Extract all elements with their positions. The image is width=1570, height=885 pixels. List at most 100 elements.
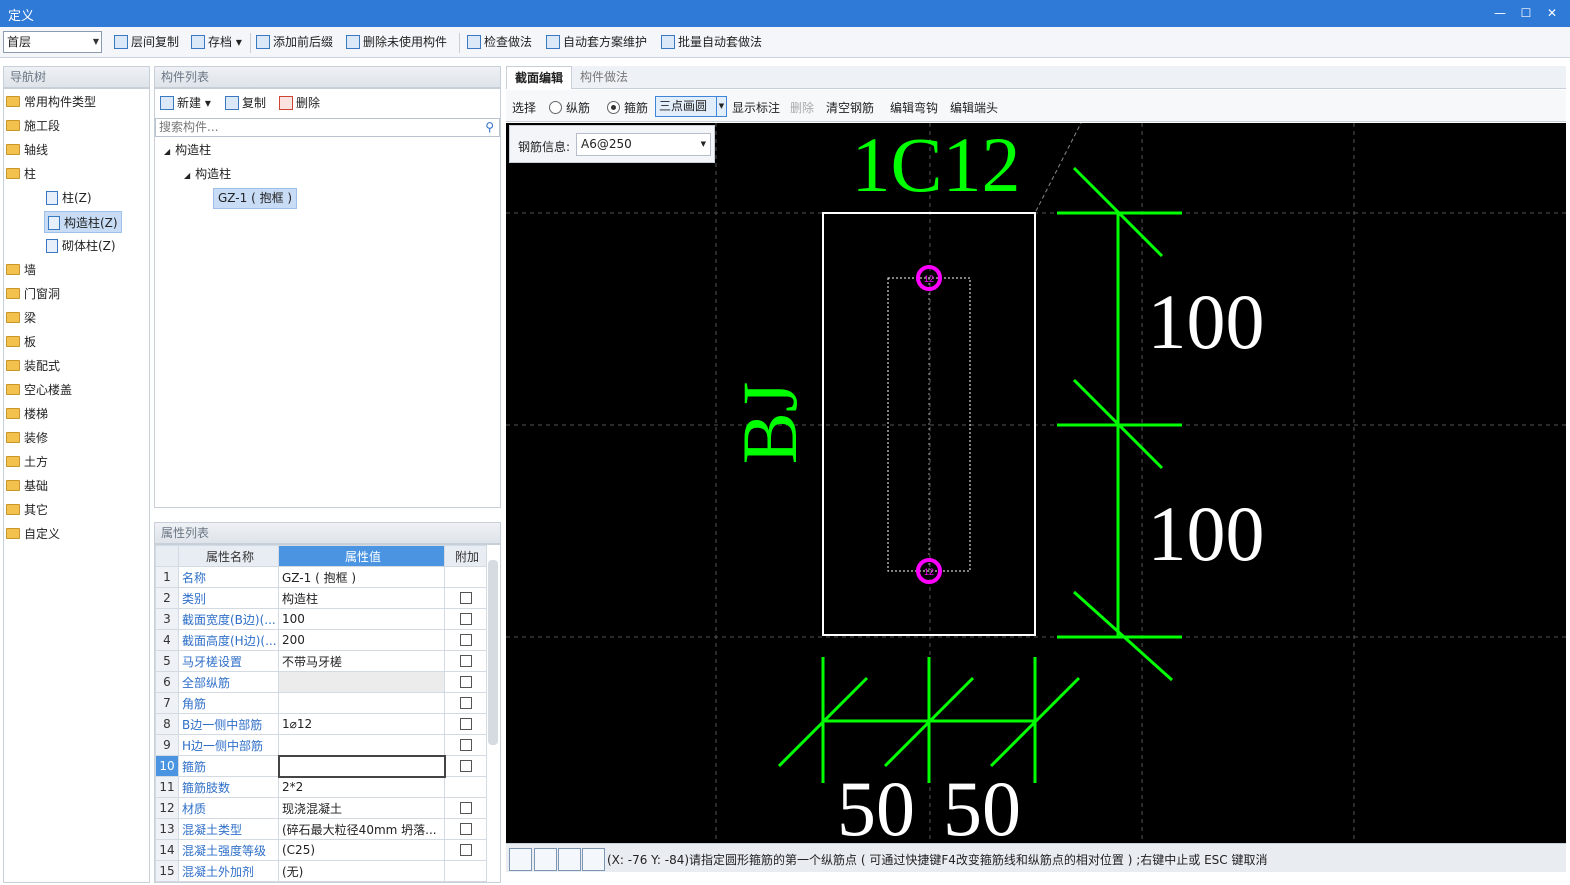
property-row[interactable]: 11 箍筋肢数 2*2 — [155, 776, 487, 798]
tree-node-gz1[interactable]: GZ-1 ( 抱框 ) — [213, 188, 298, 209]
new-component-button[interactable]: 新建 ▾ — [160, 95, 211, 113]
property-row[interactable]: 6 全部纵筋 — [155, 671, 487, 693]
check-method-button[interactable]: 检查做法 — [467, 34, 532, 52]
component-search-input[interactable]: 搜索构件... ⚲ — [155, 118, 500, 137]
column-header-name[interactable]: 属性名称 — [178, 545, 279, 567]
property-value[interactable]: 现浇混凝土 — [278, 797, 445, 819]
nav-item-door-window[interactable]: 门窗洞 — [6, 283, 60, 305]
nav-item-masonry-column[interactable]: 砌体柱(Z) — [46, 235, 116, 257]
ortho-mode-icon[interactable] — [509, 848, 532, 871]
rebar-info-select[interactable]: A6@250 ▼ — [576, 133, 711, 156]
property-row[interactable]: 3 截面宽度(B边)(... 100 — [155, 608, 487, 630]
select-button[interactable]: 选择 — [512, 99, 536, 116]
edit-end-button[interactable]: 编辑端头 — [950, 99, 998, 116]
clear-rebar-button[interactable]: 清空钢筋 — [826, 99, 874, 116]
tab-section-edit[interactable]: 截面编辑 — [506, 66, 573, 89]
tab-component-method[interactable]: 构件做法 — [572, 66, 636, 89]
property-value[interactable]: GZ-1 ( 抱框 ) — [278, 566, 445, 588]
nav-item-column-z[interactable]: 柱(Z) — [46, 187, 92, 209]
column-header-value[interactable]: 属性值 — [278, 545, 445, 567]
nav-item-foundation[interactable]: 基础 — [6, 475, 48, 497]
stirrup-radio[interactable]: 箍筋 — [607, 99, 648, 116]
batch-auto-button[interactable]: 批量自动套做法 — [661, 34, 762, 52]
nav-item-other[interactable]: 其它 — [6, 499, 48, 521]
property-value[interactable] — [278, 671, 445, 693]
checkbox-icon[interactable] — [459, 634, 472, 646]
perpendicular-icon[interactable] — [558, 848, 581, 871]
checkbox-icon[interactable] — [459, 676, 472, 688]
checkbox-icon[interactable] — [459, 592, 472, 604]
long-rebar-radio[interactable]: 纵筋 — [549, 99, 590, 116]
nav-item-wall[interactable]: 墙 — [6, 259, 36, 281]
auto-scheme-button[interactable]: 自动套方案维护 — [546, 34, 647, 52]
delete-unused-button[interactable]: 删除未使用构件 — [346, 34, 447, 52]
floor-select[interactable]: 首层 ▼ — [3, 31, 102, 53]
column-header-extra[interactable]: 附加 — [444, 545, 487, 567]
checkbox-icon[interactable] — [459, 802, 472, 814]
drawing-canvas[interactable]: 12 12 1C12 BJ 100 100 50 50 — [506, 121, 1566, 852]
checkbox-icon[interactable] — [459, 697, 472, 709]
property-row[interactable]: 2 类别 构造柱 — [155, 587, 487, 609]
copy-component-button[interactable]: 复制 — [225, 95, 266, 113]
search-icon[interactable]: ⚲ — [485, 119, 494, 136]
nav-item-slab[interactable]: 板 — [6, 331, 36, 353]
nav-item-stairs[interactable]: 楼梯 — [6, 403, 48, 425]
minimize-icon[interactable]: — — [1490, 4, 1510, 22]
nav-item-structural-column[interactable]: 构造柱(Z) — [44, 211, 122, 233]
show-annotation-button[interactable]: 显示标注 — [732, 99, 780, 116]
property-row[interactable]: 9 H边一侧中部筋 — [155, 734, 487, 756]
section-drawing[interactable]: 12 12 1C12 BJ 100 100 50 50 — [506, 121, 1566, 852]
property-row[interactable]: 4 截面高度(H边)(... 200 — [155, 629, 487, 651]
dynamic-input-icon[interactable] — [582, 848, 605, 871]
maximize-icon[interactable]: ☐ — [1516, 4, 1536, 22]
property-row[interactable]: 15 混凝土外加剂 (无) — [155, 860, 487, 882]
property-value[interactable] — [277, 754, 446, 778]
property-value[interactable] — [278, 734, 445, 756]
checkbox-icon[interactable] — [459, 613, 472, 625]
property-scrollbar[interactable] — [488, 560, 498, 745]
add-prefix-suffix-button[interactable]: 添加前后缀 — [256, 34, 333, 52]
property-row[interactable]: 1 名称 GZ-1 ( 抱框 ) — [155, 566, 487, 588]
tree-node-root[interactable]: ◢ 构造柱 — [164, 139, 211, 161]
property-value[interactable]: 不带马牙槎 — [278, 650, 445, 672]
delete-rebar-button[interactable]: 删除 — [790, 99, 814, 116]
close-icon[interactable]: ✕ — [1542, 4, 1562, 22]
property-value[interactable]: (无) — [278, 860, 445, 882]
collapse-icon[interactable]: ◢ — [184, 171, 190, 180]
property-row[interactable]: 8 B边一侧中部筋 1⌀12 — [155, 713, 487, 735]
nav-item-column[interactable]: 柱 — [6, 163, 36, 185]
property-row[interactable]: 5 马牙槎设置 不带马牙槎 — [155, 650, 487, 672]
copy-between-floors-button[interactable]: 层间复制 — [114, 34, 179, 52]
nav-item-construction-stage[interactable]: 施工段 — [6, 115, 60, 137]
archive-button[interactable]: 存档 ▾ — [191, 34, 242, 52]
property-row[interactable]: 7 角筋 — [155, 692, 487, 714]
nav-item-custom[interactable]: 自定义 — [6, 523, 60, 545]
property-value[interactable]: 2*2 — [278, 776, 445, 798]
property-value[interactable]: 100 — [278, 608, 445, 630]
nav-item-axis[interactable]: 轴线 — [6, 139, 48, 161]
edit-hook-button[interactable]: 编辑弯钩 — [890, 99, 938, 116]
nav-item-prefab[interactable]: 装配式 — [6, 355, 60, 377]
nav-item-hollow-floor[interactable]: 空心楼盖 — [6, 379, 72, 401]
property-row[interactable]: 13 混凝土类型 (碎石最大粒径40mm 坍落... — [155, 818, 487, 840]
checkbox-icon[interactable] — [459, 655, 472, 667]
tree-node-group[interactable]: ◢ 构造柱 — [184, 163, 231, 185]
property-value[interactable]: (C25) — [278, 839, 445, 861]
property-row[interactable]: 10 箍筋 — [155, 754, 487, 778]
collapse-icon[interactable]: ◢ — [164, 147, 170, 156]
property-value[interactable]: 构造柱 — [278, 587, 445, 609]
checkbox-icon[interactable] — [459, 718, 472, 730]
property-value[interactable]: 1⌀12 — [278, 713, 445, 735]
nav-item-earthwork[interactable]: 土方 — [6, 451, 48, 473]
checkbox-icon[interactable] — [459, 823, 472, 835]
property-row[interactable]: 14 混凝土强度等级 (C25) — [155, 839, 487, 861]
delete-component-button[interactable]: 删除 — [279, 95, 320, 113]
nav-item-common[interactable]: 常用构件类型 — [6, 91, 96, 113]
property-value[interactable]: 200 — [278, 629, 445, 651]
property-row[interactable]: 12 材质 现浇混凝土 — [155, 797, 487, 819]
checkbox-icon[interactable] — [459, 739, 472, 751]
nav-item-decoration[interactable]: 装修 — [6, 427, 48, 449]
property-value[interactable]: (碎石最大粒径40mm 坍落... — [278, 818, 445, 840]
property-value[interactable] — [278, 692, 445, 714]
snap-mode-icon[interactable] — [534, 848, 557, 871]
